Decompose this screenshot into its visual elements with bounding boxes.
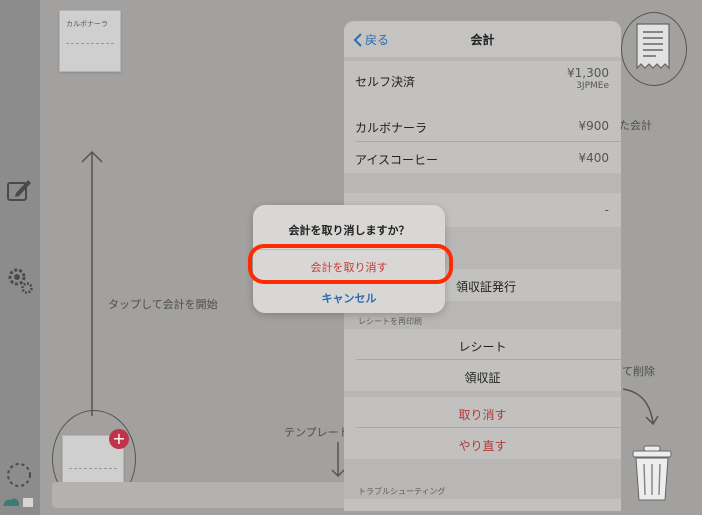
troubleshooting-section-label: トラブルシューティング: [358, 487, 446, 496]
payment-row[interactable]: セルフ決済 ¥1,300 3JPMEe: [344, 61, 621, 111]
add-icon[interactable]: +: [109, 429, 129, 449]
open-ticket[interactable]: カルボナーラ: [59, 10, 121, 72]
line-item-row[interactable]: カルボナーラ ¥900: [344, 110, 621, 142]
line-item-price: ¥900: [578, 119, 609, 133]
highlight-ring: [248, 244, 453, 284]
history-hint: た会計: [619, 119, 652, 132]
reprint-section-label: レシートを再印刷: [358, 317, 422, 326]
payment-amount: ¥1,300: [567, 66, 609, 80]
alert-title: 会計を取り消しますか？: [288, 224, 410, 237]
line-item-row[interactable]: アイスコーヒー ¥400: [344, 142, 621, 173]
trash-icon[interactable]: [630, 444, 674, 504]
start-hint: タップして会計を開始: [108, 298, 218, 311]
line-item-price: ¥400: [578, 151, 609, 165]
delete-arrow: [622, 388, 659, 426]
start-arrow: [81, 150, 103, 416]
payment-code: 3JPMEe: [576, 81, 609, 91]
ticket-divider: [69, 468, 117, 469]
edit-icon[interactable]: [6, 177, 34, 203]
reprint-invoice-button[interactable]: 領収証: [344, 360, 621, 391]
line-item-name: アイスコーヒー: [355, 153, 439, 167]
receipt-issue-label: 領収証発行: [456, 280, 517, 294]
sidebar: [0, 0, 40, 515]
dismiss-button[interactable]: キャンセル: [253, 290, 445, 306]
summary-value: -: [604, 203, 609, 217]
reprint-receipt-button[interactable]: レシート: [344, 329, 621, 360]
sheet-header: 戻る 会計: [344, 21, 621, 57]
sheet-title: 会計: [470, 33, 495, 47]
gear-icon[interactable]: [6, 266, 34, 296]
line-item-name: カルボナーラ: [355, 121, 428, 135]
template-hint: テンプレート: [284, 426, 350, 439]
cancel-checkout-button[interactable]: 取り消す: [344, 397, 621, 428]
delete-hint: て削除: [622, 365, 655, 378]
ticket-label: カルボナーラ: [66, 20, 108, 28]
sync-status-icon: [3, 498, 33, 507]
receipt-icon[interactable]: [634, 22, 672, 76]
redo-checkout-button[interactable]: やり直す: [344, 428, 621, 459]
loading-icon: [7, 463, 31, 487]
payment-method: セルフ決済: [355, 75, 416, 89]
ticket-divider: [66, 43, 114, 44]
template-bar[interactable]: [52, 482, 352, 508]
troubleshooting-row[interactable]: [344, 499, 621, 511]
